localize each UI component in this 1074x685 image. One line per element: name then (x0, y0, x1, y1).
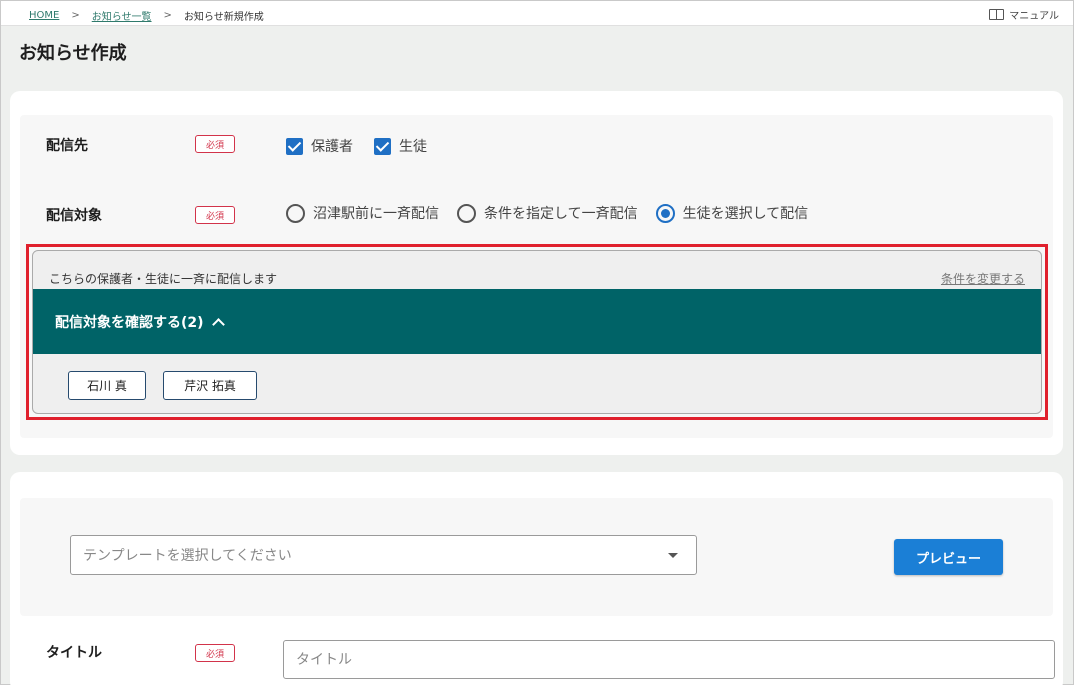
radio-unselected-icon (457, 203, 476, 223)
breadcrumb-current: お知らせ新規作成 (183, 12, 264, 23)
required-badge: 必須 (195, 206, 235, 224)
target-label: 配信対象 (46, 208, 102, 224)
content-card: テンプレートを選択してください プレビュー タイトル 必須 (10, 472, 1063, 685)
chevron-up-icon (211, 317, 225, 331)
manual-label: マニュアル (1009, 11, 1059, 22)
checkbox-checked-icon (374, 137, 391, 155)
radio-broadcast-school[interactable]: 沼津駅前に一斉配信 (286, 203, 439, 223)
manual-link[interactable]: マニュアル (989, 7, 1059, 22)
title-input[interactable] (283, 640, 1055, 679)
radio-select-students[interactable]: 生徒を選択して配信 (655, 203, 809, 223)
template-select[interactable]: テンプレートを選択してください (70, 535, 697, 575)
preview-button[interactable]: プレビュー (894, 539, 1003, 575)
guardian-checkbox-label: 保護者 (311, 139, 353, 155)
required-badge: 必須 (195, 644, 235, 662)
student-checkbox-label: 生徒 (399, 139, 427, 155)
confirm-targets-toggle[interactable]: 配信対象を確認する(2) (33, 289, 1041, 354)
breadcrumb-separator: > (163, 10, 172, 21)
dropdown-arrow-icon (668, 553, 678, 558)
student-chip: 芹沢 拓真 (163, 371, 257, 400)
recipients-label: 配信先 (46, 138, 88, 154)
template-panel: テンプレートを選択してください プレビュー (20, 498, 1053, 616)
radio-broadcast-conditions[interactable]: 条件を指定して一斉配信 (457, 203, 638, 223)
student-chip: 石川 真 (68, 371, 146, 400)
guardian-checkbox[interactable]: 保護者 (286, 136, 353, 156)
radio-label: 条件を指定して一斉配信 (484, 206, 638, 222)
change-conditions-link[interactable]: 条件を変更する (941, 270, 1025, 287)
student-checkbox[interactable]: 生徒 (374, 136, 427, 156)
required-badge: 必須 (195, 135, 235, 153)
top-bar: HOME > お知らせ一覧 > お知らせ新規作成 マニュアル (1, 1, 1073, 26)
breadcrumb-separator: > (71, 10, 80, 21)
target-confirm-panel: こちらの保護者・生徒に一斉に配信します 条件を変更する 配信対象を確認する(2)… (32, 250, 1042, 414)
radio-unselected-icon (286, 203, 305, 223)
target-radio-group: 沼津駅前に一斉配信 条件を指定して一斉配信 生徒を選択して配信 (286, 203, 808, 223)
title-label: タイトル (46, 645, 102, 661)
template-select-placeholder: テンプレートを選択してください (83, 548, 292, 564)
checkbox-checked-icon (286, 137, 303, 155)
breadcrumb-list-link[interactable]: お知らせ一覧 (92, 8, 152, 23)
page-title: お知らせ作成 (19, 43, 127, 64)
target-note: こちらの保護者・生徒に一斉に配信します (49, 272, 278, 286)
radio-label: 沼津駅前に一斉配信 (313, 206, 439, 222)
radio-selected-icon (655, 203, 675, 223)
radio-label: 生徒を選択して配信 (682, 206, 809, 222)
confirm-targets-label: 配信対象を確認する(2) (55, 314, 204, 331)
breadcrumb: HOME > お知らせ一覧 > お知らせ新規作成 (29, 8, 264, 23)
book-icon (989, 9, 1005, 20)
breadcrumb-home-link[interactable]: HOME (29, 10, 59, 21)
highlight-frame: こちらの保護者・生徒に一斉に配信します 条件を変更する 配信対象を確認する(2)… (26, 244, 1048, 420)
